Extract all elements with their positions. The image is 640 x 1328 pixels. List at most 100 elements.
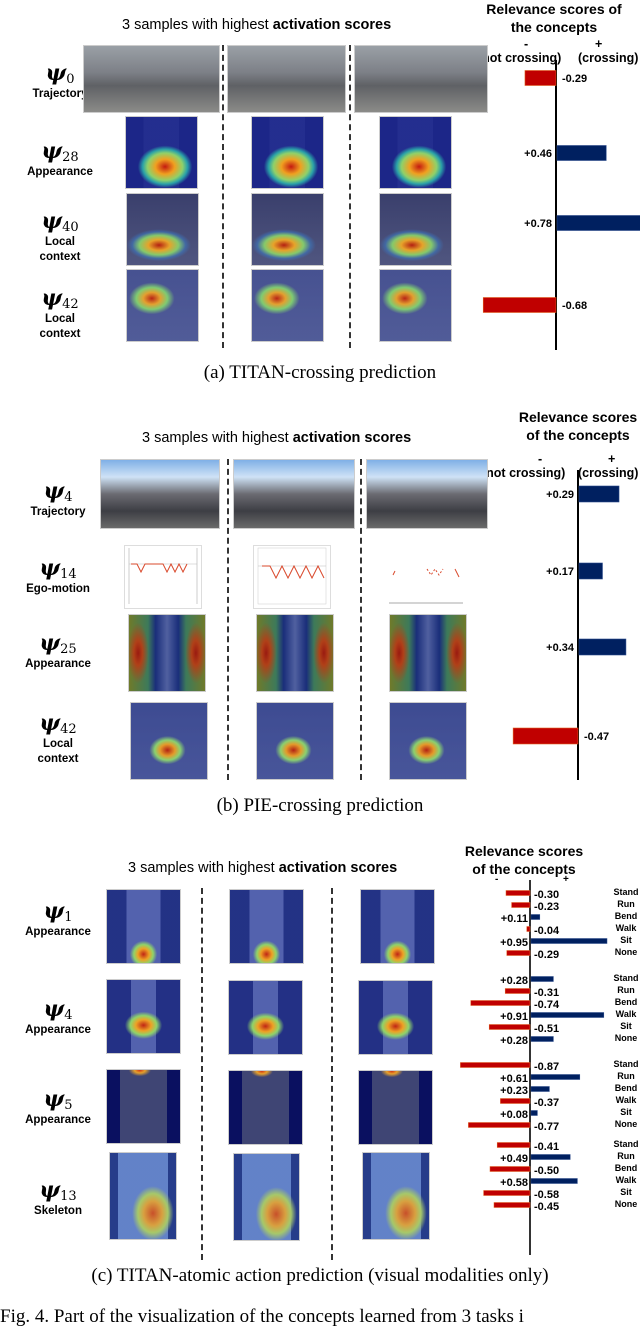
header-text: 3 samples with highest xyxy=(142,430,293,446)
header-bold-text: activation scores xyxy=(278,860,398,876)
column-divider xyxy=(360,459,362,780)
negative-sign: - xyxy=(524,37,529,51)
modality-label: Trajectory xyxy=(30,506,86,518)
action-label: Run xyxy=(617,899,635,909)
relevance-bar xyxy=(483,1190,531,1196)
value-label: +0.46 xyxy=(524,148,552,160)
value-label: -0.77 xyxy=(534,1121,559,1133)
concept-label: ψ25 Appearance xyxy=(3,630,113,672)
ego-motion-plot xyxy=(385,545,465,607)
relevance-bar xyxy=(506,950,531,956)
value-label: -0.47 xyxy=(584,731,609,743)
negative-sign: - xyxy=(538,452,543,466)
relevance-bar xyxy=(530,976,554,982)
relevance-chart-c: -0.30 Stand -0.23 Run +0.11 Bend -0.04 Walk +0.9… xyxy=(440,880,640,1260)
activation-heatmap xyxy=(106,1069,181,1144)
header-text: 3 samples with highest xyxy=(128,860,279,876)
concept-label: ψ4 Trajectory xyxy=(3,478,113,520)
relevance-bar xyxy=(530,938,608,944)
concept-symbol: ψ13 xyxy=(39,1177,77,1204)
activation-heatmap xyxy=(358,1070,433,1145)
concept-symbol: ψ25 xyxy=(39,630,77,657)
relevance-bar xyxy=(488,1024,531,1030)
modality-label: context xyxy=(39,328,81,340)
activation-heatmap xyxy=(106,979,181,1054)
action-label: Run xyxy=(617,1151,635,1161)
activation-heatmap xyxy=(125,116,198,189)
activation-heatmap xyxy=(389,614,467,692)
skeleton-heatmap xyxy=(109,1152,177,1240)
value-label: +0.29 xyxy=(546,489,574,501)
action-label: Sit xyxy=(620,1021,632,1031)
action-label: Walk xyxy=(616,1009,638,1019)
relevance-bar xyxy=(505,890,531,896)
ego-motion-plot xyxy=(253,545,331,609)
value-label: -0.30 xyxy=(534,889,559,901)
relevance-bar xyxy=(460,1062,531,1068)
relevance-title-line1: Relevance scores of xyxy=(486,1,622,17)
value-label: -0.37 xyxy=(534,1097,559,1109)
relevance-bar xyxy=(578,638,627,656)
concept-symbol: ψ4 xyxy=(43,478,73,505)
modality-label: Local xyxy=(44,313,76,325)
column-divider xyxy=(349,45,351,348)
figure-caption: Fig. 4. Part of the visualization of the… xyxy=(0,1306,524,1327)
panel-caption: (b) PIE-crossing prediction xyxy=(216,795,424,816)
relevance-bar xyxy=(556,215,640,231)
action-label: Run xyxy=(617,985,635,995)
value-label: +0.28 xyxy=(500,975,528,987)
concept-label: ψ1 Appearance xyxy=(3,898,113,940)
relevance-title-line1: Relevance scores xyxy=(464,843,584,859)
concept-label: ψ14 Ego-motion xyxy=(3,555,113,597)
value-label: -0.58 xyxy=(534,1189,559,1201)
action-label: Stand xyxy=(613,887,638,897)
activation-heatmap xyxy=(256,702,334,780)
relevance-bar xyxy=(500,1098,531,1104)
column-divider xyxy=(201,888,203,1260)
modality-label: Local xyxy=(44,236,76,248)
relevance-bar xyxy=(524,70,557,86)
column-divider xyxy=(222,45,224,348)
value-label: -0.29 xyxy=(534,949,559,961)
action-label: Sit xyxy=(620,935,632,945)
modality-label: Appearance xyxy=(25,926,91,938)
concept-label: ψ4 Appearance xyxy=(3,996,113,1038)
relevance-bar xyxy=(470,1000,531,1006)
sample-image xyxy=(83,45,220,113)
activation-heatmap xyxy=(251,269,324,342)
value-label: -0.74 xyxy=(534,999,560,1011)
sample-image xyxy=(227,45,346,113)
action-label: None xyxy=(615,1033,638,1043)
action-label: Stand xyxy=(613,1059,638,1069)
value-label: -0.04 xyxy=(534,925,560,937)
action-label: Stand xyxy=(613,973,638,983)
activation-heatmap xyxy=(251,193,324,266)
relevance-bar xyxy=(482,297,557,313)
relevance-title-line1: Relevance scores xyxy=(518,409,638,425)
relevance-chart-b: +0.29 +0.17 +0.34 -0.47 xyxy=(500,470,640,780)
positive-sign: + xyxy=(608,452,616,466)
concept-symbol: ψ1 xyxy=(43,898,73,925)
concept-label: ψ13 Skeleton xyxy=(3,1177,113,1219)
panel-b-header: 3 samples with highest activation scores xyxy=(142,430,411,446)
relevance-bar xyxy=(530,1154,571,1160)
sample-image xyxy=(100,459,220,529)
modality-label: Skeleton xyxy=(34,1205,82,1217)
skeleton-heatmap xyxy=(233,1153,300,1241)
relevance-bar xyxy=(578,485,620,503)
concept-symbol: ψ28 xyxy=(41,138,79,165)
action-label: None xyxy=(615,1119,638,1129)
value-label: -0.45 xyxy=(534,1201,559,1213)
panel-a-header: 3 samples with highest activation scores xyxy=(122,17,391,33)
column-divider xyxy=(331,888,333,1260)
skeleton-heatmap xyxy=(362,1152,430,1240)
value-label: +0.34 xyxy=(546,642,575,654)
concept-symbol: ψ14 xyxy=(39,555,77,582)
modality-label: Appearance xyxy=(25,658,91,670)
relevance-bar xyxy=(468,1122,531,1128)
value-label: -0.68 xyxy=(562,300,587,312)
value-label: +0.58 xyxy=(500,1177,528,1189)
relevance-bar xyxy=(530,1086,550,1092)
value-label: +0.17 xyxy=(546,566,574,578)
header-bold-text: activation scores xyxy=(272,17,392,33)
